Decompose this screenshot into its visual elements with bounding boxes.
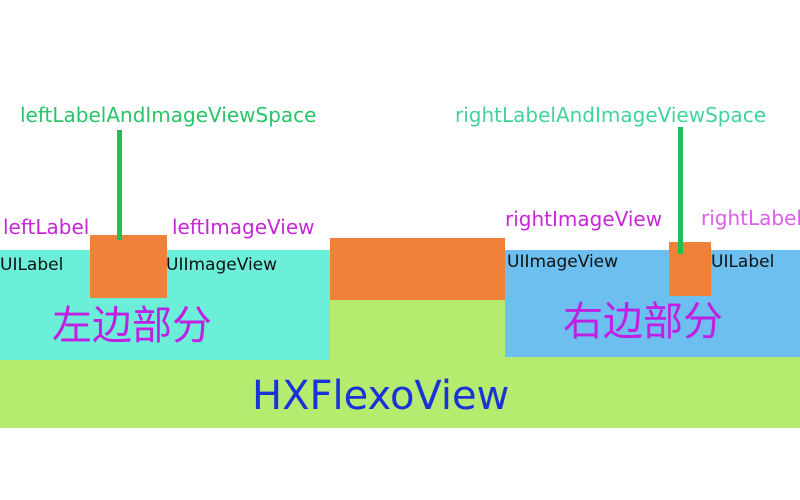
diagram-canvas: leftLabelAndImageViewSpace rightLabelAnd…	[0, 0, 800, 500]
right-space-annotation: rightLabelAndImageViewSpace	[455, 103, 767, 127]
hxflexoview-title: HXFlexoView	[252, 373, 510, 419]
right-image-view-annotation: rightImageView	[505, 207, 663, 231]
left-uiimageview-class: UIImageView	[166, 255, 278, 275]
center-orange-block	[330, 238, 505, 300]
left-space-block	[90, 235, 167, 298]
right-uilabel-class: UILabel	[711, 252, 775, 272]
right-label-annotation: rightLabel	[701, 206, 800, 230]
left-space-pointer-line	[117, 130, 122, 240]
left-section-title: 左边部分	[52, 303, 212, 349]
right-space-block	[669, 242, 711, 296]
left-image-view-annotation: leftImageView	[172, 215, 315, 239]
left-uilabel-class: UILabel	[0, 255, 64, 275]
left-space-annotation: leftLabelAndImageViewSpace	[20, 103, 317, 127]
right-space-pointer-line	[678, 127, 683, 254]
left-label-annotation: leftLabel	[3, 215, 90, 239]
right-section-title: 右边部分	[563, 299, 723, 345]
right-uiimageview-class: UIImageView	[507, 252, 619, 272]
